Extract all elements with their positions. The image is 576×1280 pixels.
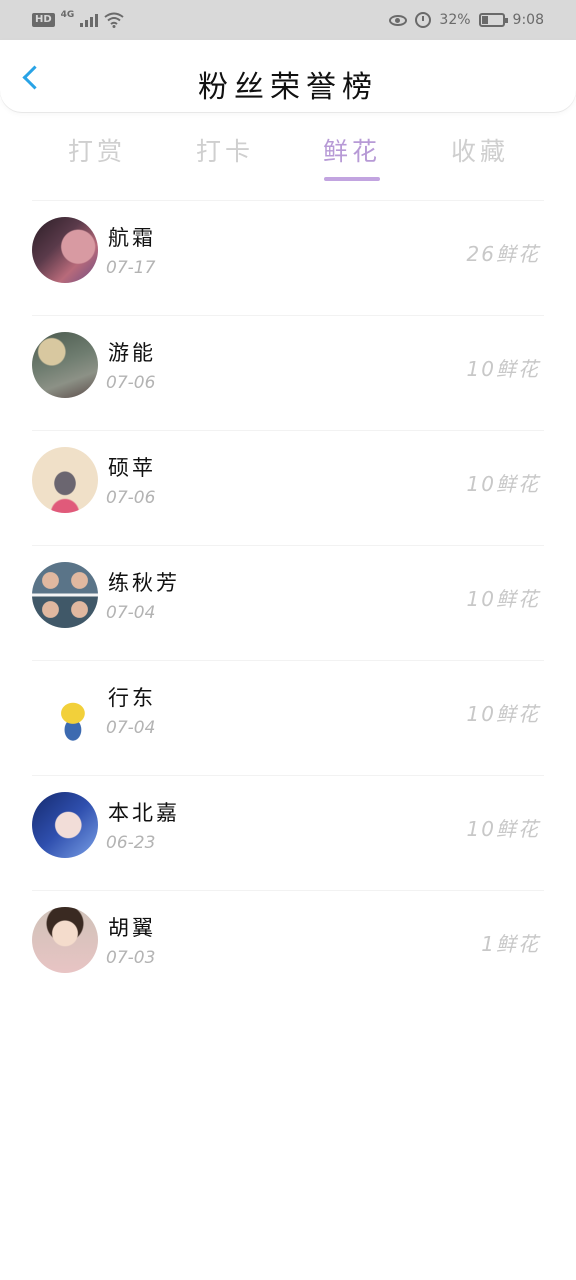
clock: 9:08 bbox=[512, 12, 544, 28]
avatar bbox=[32, 332, 98, 398]
list-item[interactable]: 硕苹 07-06 10鲜花 bbox=[0, 430, 576, 545]
list-item[interactable]: 练秋芳 07-04 10鲜花 bbox=[0, 545, 576, 660]
battery-icon bbox=[478, 13, 508, 27]
battery-fill bbox=[481, 16, 488, 24]
avatar bbox=[32, 562, 98, 628]
fan-date: 07-04 bbox=[106, 718, 156, 738]
flower-count: 10鲜花 bbox=[466, 702, 540, 726]
tab-checkin[interactable]: 打卡 bbox=[180, 132, 270, 168]
flower-count: 10鲜花 bbox=[466, 817, 540, 841]
fan-name: 本北嘉 bbox=[108, 801, 180, 825]
avatar bbox=[32, 792, 98, 858]
fan-date: 07-03 bbox=[106, 948, 156, 968]
status-right: 32% 9:08 bbox=[389, 8, 544, 32]
list-item[interactable]: 游能 07-06 10鲜花 bbox=[0, 315, 576, 430]
status-left: HD 4G bbox=[32, 10, 124, 30]
fan-name: 胡翼 bbox=[108, 916, 156, 940]
tab-bar: 打赏 打卡 鲜花 收藏 bbox=[0, 128, 576, 188]
fan-date: 07-06 bbox=[106, 373, 156, 393]
flower-count: 10鲜花 bbox=[466, 587, 540, 611]
flower-count: 10鲜花 bbox=[466, 357, 540, 381]
tab-tip[interactable]: 打赏 bbox=[52, 132, 142, 168]
avatar bbox=[32, 907, 98, 973]
tab-flowers[interactable]: 鲜花 bbox=[307, 132, 397, 168]
fan-date: 07-17 bbox=[106, 258, 156, 278]
list-item[interactable]: 本北嘉 06-23 10鲜花 bbox=[0, 775, 576, 890]
fan-name: 游能 bbox=[108, 341, 156, 365]
fan-name: 行东 bbox=[108, 686, 156, 710]
fan-name: 硕苹 bbox=[108, 456, 156, 480]
network-type: 4G bbox=[60, 10, 75, 20]
list-item[interactable]: 航霜 07-17 26鲜花 bbox=[0, 200, 576, 315]
fan-name: 航霜 bbox=[108, 226, 156, 250]
list-item[interactable]: 胡翼 07-03 1鲜花 bbox=[0, 890, 576, 1005]
avatar bbox=[32, 677, 98, 743]
battery-percent: 32% bbox=[439, 12, 471, 28]
signal-icon bbox=[80, 13, 99, 27]
eye-icon bbox=[389, 14, 408, 26]
page-title: 粉丝荣誉榜 bbox=[198, 70, 378, 105]
wifi-icon bbox=[104, 12, 124, 28]
flower-count: 10鲜花 bbox=[466, 472, 540, 496]
app-header: 粉丝荣誉榜 bbox=[0, 40, 576, 112]
fan-date: 06-23 bbox=[106, 833, 156, 853]
hd-badge: HD bbox=[32, 13, 55, 27]
flower-count: 1鲜花 bbox=[481, 932, 540, 956]
flower-count: 26鲜花 bbox=[466, 242, 540, 266]
fan-list: 航霜 07-17 26鲜花 游能 07-06 10鲜花 硕苹 07-06 10鲜… bbox=[0, 200, 576, 1005]
active-tab-indicator bbox=[324, 177, 380, 181]
fan-date: 07-06 bbox=[106, 488, 156, 508]
fan-name: 练秋芳 bbox=[108, 571, 180, 595]
avatar bbox=[32, 447, 98, 513]
status-bar: HD 4G 32% 9:08 bbox=[0, 0, 576, 40]
fan-date: 07-04 bbox=[106, 603, 156, 623]
tab-favorites[interactable]: 收藏 bbox=[435, 132, 525, 168]
alarm-icon bbox=[415, 12, 432, 28]
avatar bbox=[32, 217, 98, 283]
list-item[interactable]: 行东 07-04 10鲜花 bbox=[0, 660, 576, 775]
